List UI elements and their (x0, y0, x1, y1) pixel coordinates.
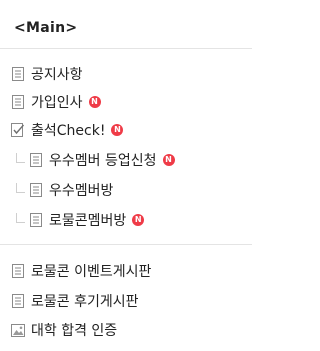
menu-item-admission-proof[interactable]: 대학 합격 인증 (10, 318, 117, 342)
document-icon (10, 263, 26, 279)
tree-connector (16, 212, 25, 223)
menu-item-label: 로물콘 이벤트게시판 (31, 264, 152, 280)
menu-item-label: 로물콘 후기게시판 (31, 294, 139, 310)
new-badge: N (162, 154, 175, 166)
document-icon (28, 182, 44, 198)
menu-item-label: 대학 합격 인증 (31, 323, 118, 339)
menu-item-notice[interactable]: 공지사항 (10, 62, 83, 86)
menu-item-greeting[interactable]: 가입인사 N (10, 90, 101, 114)
menu-item-label: 우수멤버 등업신청 (49, 153, 157, 169)
menu-item-upgrade-request[interactable]: 우수멤버 등업신청 N (16, 148, 175, 172)
document-icon (10, 293, 26, 309)
menu-item-label: 공지사항 (31, 67, 83, 83)
menu-item-attendance[interactable]: 출석Check! N (10, 118, 124, 142)
document-icon (10, 66, 26, 82)
new-badge: N (111, 124, 124, 136)
image-icon (10, 322, 26, 338)
menu-item-excellent-member-room[interactable]: 우수멤버방 (16, 178, 113, 202)
menu-item-review-board[interactable]: 로물콘 후기게시판 (10, 289, 139, 313)
document-icon (28, 212, 44, 228)
new-badge: N (132, 214, 145, 226)
menu-item-label: 출석Check! (31, 123, 106, 139)
menu-item-label: 가입인사 (31, 95, 83, 111)
title-divider (0, 48, 252, 49)
menu-item-romulcon-member-room[interactable]: 로물콘멤버방 N (16, 208, 145, 232)
document-icon (28, 152, 44, 168)
tree-connector (16, 182, 25, 193)
menu-item-label: 우수멤버방 (49, 183, 114, 199)
checklist-icon (10, 122, 26, 138)
group-divider (0, 244, 252, 245)
menu-item-event-board[interactable]: 로물콘 이벤트게시판 (10, 259, 151, 283)
menu-title: <Main> (14, 20, 78, 36)
menu-item-label: 로물콘멤버방 (49, 213, 127, 229)
new-badge: N (88, 96, 101, 108)
document-icon (10, 94, 26, 110)
tree-connector (16, 152, 25, 163)
